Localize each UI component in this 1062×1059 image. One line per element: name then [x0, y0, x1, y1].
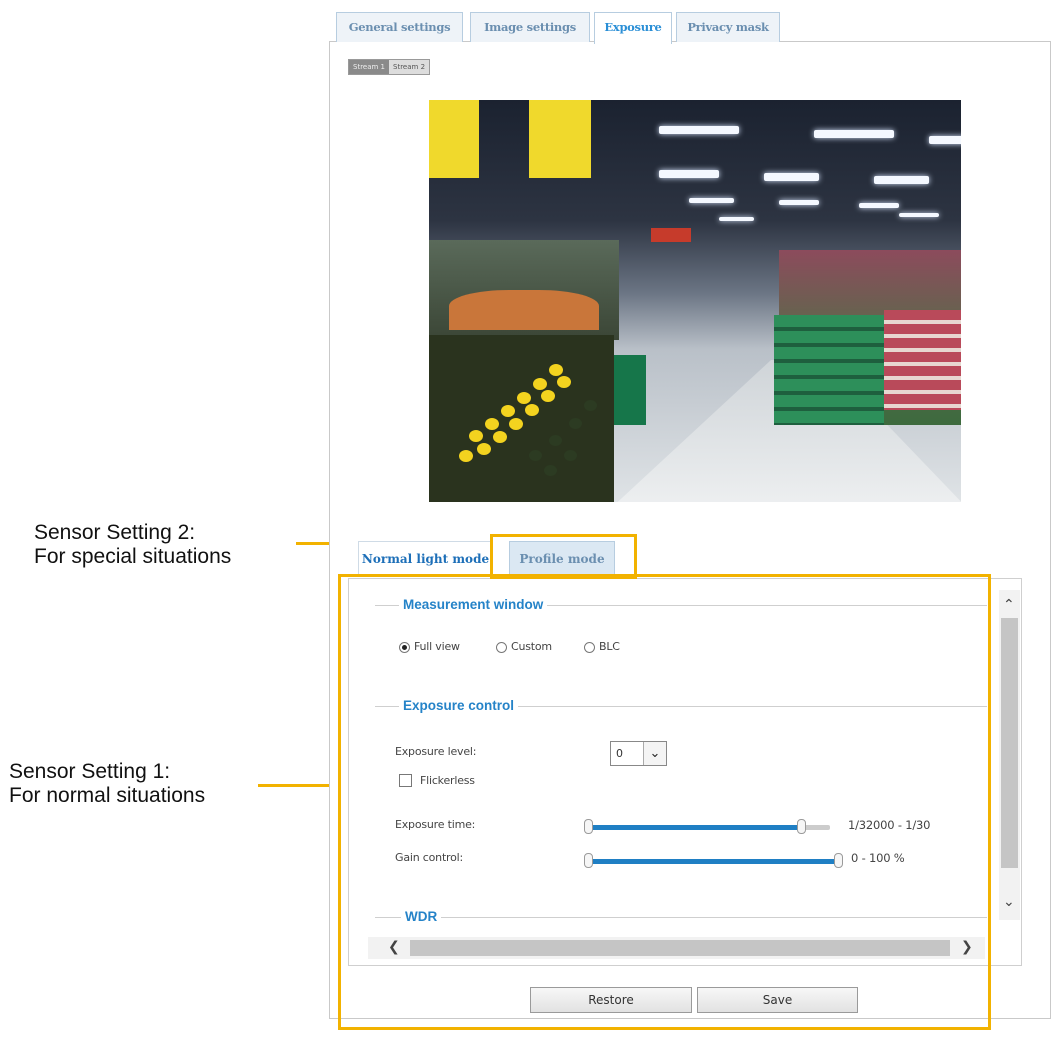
vertical-scroll-thumb[interactable] — [1001, 618, 1018, 868]
custom-radio[interactable] — [496, 642, 507, 653]
tab-exposure[interactable]: Exposure — [594, 12, 672, 44]
callout-sensor-setting-1: Sensor Setting 1: For normal situations — [9, 760, 205, 808]
ceiling-light — [689, 198, 734, 203]
callout-line-1 — [258, 784, 338, 787]
chevron-up-icon[interactable]: ⌃ — [1003, 596, 1015, 613]
lemon — [525, 404, 539, 416]
hanging-sign — [529, 100, 591, 178]
ceiling-light — [659, 170, 719, 178]
chevron-down-icon[interactable]: ⌄ — [643, 742, 666, 765]
exposure-time-max-handle[interactable] — [796, 819, 806, 834]
hanging-sign — [429, 100, 479, 178]
lemon — [549, 364, 563, 376]
lemon — [517, 392, 531, 404]
restore-button[interactable]: Restore — [530, 987, 692, 1013]
avocado — [569, 418, 582, 429]
lemon — [477, 443, 491, 455]
gain-control-slider[interactable] — [584, 853, 843, 868]
exposure-time-min-handle[interactable] — [584, 819, 593, 834]
ceiling-light — [779, 200, 819, 205]
exposure-time-label: Exposure time: — [395, 818, 476, 831]
lemon — [501, 405, 515, 417]
lemon — [493, 431, 507, 443]
fieldset-border — [375, 917, 987, 918]
lemon — [533, 378, 547, 390]
blc-label: BLC — [599, 640, 620, 653]
custom-label: Custom — [511, 640, 552, 653]
gain-control-slider-fill — [588, 859, 838, 864]
stream-1-button[interactable]: Stream 1 — [349, 60, 390, 74]
callout-sensor-setting-2-title: Sensor Setting 2: — [34, 521, 196, 544]
full-view-label: Full view — [414, 640, 460, 653]
gain-control-max-handle[interactable] — [834, 853, 843, 868]
flickerless-label: Flickerless — [420, 774, 475, 787]
video-preview — [429, 100, 961, 502]
avocado — [564, 450, 577, 461]
avocado — [529, 450, 542, 461]
measurement-window-title: Measurement window — [399, 597, 548, 612]
avocado — [549, 435, 562, 446]
exposure-time-slider-fill — [588, 825, 801, 830]
callout-sensor-setting-1-title: Sensor Setting 1: — [9, 760, 171, 783]
ceiling-light — [929, 136, 961, 144]
stream-2-button[interactable]: Stream 2 — [389, 60, 430, 74]
lemon — [541, 390, 555, 402]
tab-privacy-mask[interactable]: Privacy mask — [676, 12, 780, 42]
store-sign-red — [651, 228, 691, 242]
exposure-time-slider[interactable] — [584, 819, 830, 834]
produce-display — [449, 290, 599, 330]
produce-bin — [429, 335, 614, 502]
ceiling-light — [659, 126, 739, 134]
blc-radio[interactable] — [584, 642, 595, 653]
lemon — [557, 376, 571, 388]
ceiling-light — [719, 217, 754, 221]
callout-sensor-setting-1-desc: For normal situations — [9, 784, 206, 807]
ceiling-light — [814, 130, 894, 138]
tab-image-settings[interactable]: Image settings — [470, 12, 590, 42]
vertical-scrollbar[interactable]: ⌃ ⌄ — [999, 590, 1020, 920]
stream-selector: Stream 1 Stream 2 — [348, 59, 431, 75]
tab-normal-light-mode[interactable]: Normal light mode — [358, 541, 493, 575]
exposure-control-title: Exposure control — [399, 698, 519, 713]
ceiling-light — [859, 203, 899, 208]
green-sign — [614, 355, 646, 425]
avocado — [544, 465, 557, 476]
horizontal-scrollbar[interactable]: ❮ ❯ — [368, 937, 985, 959]
lemon — [509, 418, 523, 430]
ceiling-light — [764, 173, 819, 181]
exposure-level-select[interactable]: 0 ⌄ — [610, 741, 667, 766]
ceiling-light — [874, 176, 929, 184]
callout-sensor-setting-2-desc: For special situations — [34, 545, 232, 568]
gain-control-range: 0 - 100 % — [851, 851, 905, 865]
chevron-right-icon[interactable]: ❯ — [961, 938, 973, 955]
flickerless-checkbox[interactable] — [399, 774, 412, 787]
tab-general-settings[interactable]: General settings — [336, 12, 463, 42]
exposure-time-range: 1/32000 - 1/30 — [848, 818, 931, 832]
gain-control-min-handle[interactable] — [584, 853, 593, 868]
lemon — [485, 418, 499, 430]
ceiling-light — [899, 213, 939, 217]
chevron-down-icon[interactable]: ⌄ — [1003, 893, 1015, 910]
callout-sensor-setting-2: Sensor Setting 2: For special situations — [34, 521, 231, 569]
horizontal-scroll-thumb[interactable] — [410, 940, 950, 956]
avocado — [584, 400, 597, 411]
settings-scroll-area — [348, 578, 1022, 966]
lemon — [469, 430, 483, 442]
gain-control-label: Gain control: — [395, 851, 464, 864]
save-button[interactable]: Save — [697, 987, 858, 1013]
exposure-level-label: Exposure level: — [395, 745, 477, 758]
product-stack — [774, 315, 884, 425]
wdr-title: WDR — [401, 909, 442, 924]
product-stack — [884, 310, 961, 410]
exposure-level-value: 0 — [616, 747, 623, 760]
chevron-left-icon[interactable]: ❮ — [388, 938, 400, 955]
lemon — [459, 450, 473, 462]
full-view-radio[interactable] — [399, 642, 410, 653]
tab-profile-mode[interactable]: Profile mode — [509, 541, 615, 575]
